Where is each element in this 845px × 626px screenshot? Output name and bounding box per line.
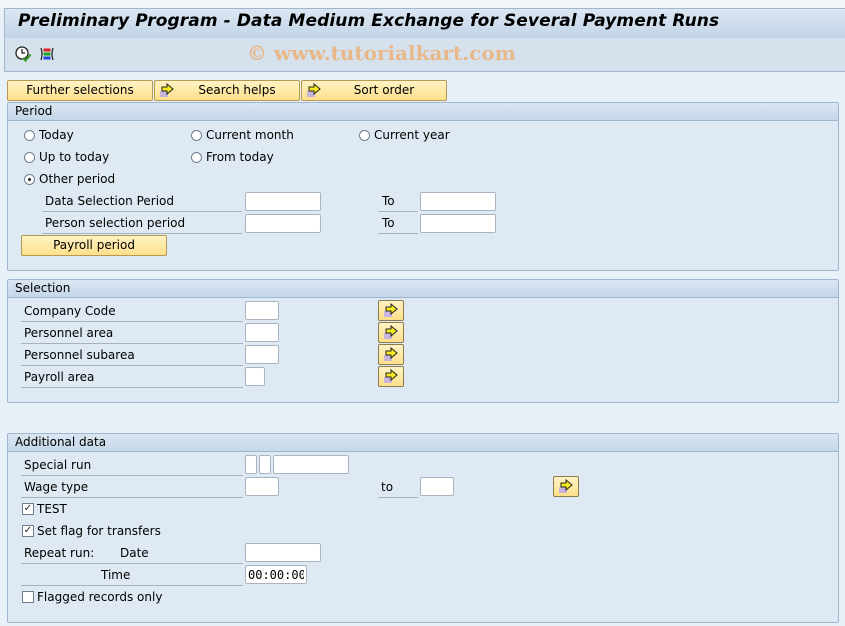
radio-today-label: Today [39, 128, 74, 142]
arrow-right-icon [384, 369, 398, 383]
special-run-input-2[interactable] [259, 455, 271, 474]
arrow-right-icon [307, 83, 321, 97]
payroll-area-label: Payroll area [24, 370, 95, 384]
arrow-right-icon [384, 325, 398, 339]
arrow-right-icon [384, 303, 398, 317]
person-selection-period-from-input[interactable] [245, 214, 321, 233]
data-selection-period-label: Data Selection Period [45, 194, 174, 208]
test-label: TEST [37, 502, 67, 516]
label-underline [21, 343, 243, 344]
repeat-run-label: Repeat run: [24, 546, 95, 560]
radio-today[interactable] [24, 130, 35, 141]
wage-type-multiple-selection-button[interactable] [553, 476, 579, 497]
further-selections-label: Further selections [26, 83, 134, 97]
company-code-label: Company Code [24, 304, 116, 318]
special-run-label: Special run [24, 458, 92, 472]
radio-from-today[interactable] [191, 152, 202, 163]
payroll-area-multiple-selection-button[interactable] [378, 366, 404, 387]
radio-up-to-today-label: Up to today [39, 150, 110, 164]
personnel-area-multiple-selection-button[interactable] [378, 322, 404, 343]
label-underline [21, 497, 243, 498]
personnel-subarea-input[interactable] [245, 345, 279, 364]
arrow-right-icon [559, 479, 573, 493]
period-group-title: Period [8, 103, 838, 121]
additional-data-group-title: Additional data [8, 434, 838, 452]
data-selection-period-from-input[interactable] [245, 192, 321, 211]
radio-from-today-label: From today [206, 150, 274, 164]
selection-group-title: Selection [8, 280, 838, 298]
page-title: Preliminary Program - Data Medium Exchan… [18, 11, 720, 31]
label-underline [378, 497, 418, 498]
label-underline [378, 211, 418, 212]
label-underline [21, 475, 243, 476]
label-underline [21, 387, 243, 388]
wage-type-label: Wage type [24, 480, 89, 494]
radio-current-year[interactable] [359, 130, 370, 141]
radio-current-month-label: Current month [206, 128, 294, 142]
label-underline [42, 233, 242, 234]
payroll-area-input[interactable] [245, 367, 265, 386]
arrow-right-icon [384, 347, 398, 361]
radio-current-month[interactable] [191, 130, 202, 141]
flagged-records-label: Flagged records only [37, 590, 163, 604]
wage-type-from-input[interactable] [245, 477, 279, 496]
radio-up-to-today[interactable] [24, 152, 35, 163]
repeat-run-date-input[interactable] [245, 543, 321, 562]
label-underline [378, 233, 418, 234]
test-checkbox[interactable]: ✓ [22, 503, 34, 515]
special-run-input-3[interactable] [273, 455, 349, 474]
repeat-run-time-input[interactable] [245, 565, 307, 584]
further-selections-button[interactable]: Further selections [7, 80, 153, 101]
payroll-period-label: Payroll period [53, 238, 135, 252]
personnel-area-label: Personnel area [24, 326, 114, 340]
data-selection-to-label: To [382, 194, 395, 208]
company-code-input[interactable] [245, 301, 279, 320]
person-selection-to-label: To [382, 216, 395, 230]
arrow-right-icon [160, 83, 174, 97]
top-strip [0, 0, 845, 8]
search-helps-button[interactable]: Search helps [154, 80, 300, 101]
label-underline [21, 365, 243, 366]
search-helps-label: Search helps [198, 83, 276, 97]
label-underline [42, 211, 242, 212]
label-underline [21, 585, 243, 586]
company-code-multiple-selection-button[interactable] [378, 300, 404, 321]
personnel-area-input[interactable] [245, 323, 279, 342]
selection-options-icon[interactable] [38, 45, 56, 63]
data-selection-period-to-input[interactable] [420, 192, 496, 211]
personnel-subarea-multiple-selection-button[interactable] [378, 344, 404, 365]
set-flag-label: Set flag for transfers [37, 524, 161, 538]
repeat-run-date-label: Date [120, 546, 149, 560]
sort-order-label: Sort order [353, 83, 415, 97]
sort-order-button[interactable]: Sort order [301, 80, 447, 101]
person-selection-period-label: Person selection period [45, 216, 186, 230]
radio-other-period[interactable] [24, 174, 35, 185]
radio-current-year-label: Current year [374, 128, 450, 142]
selection-group: Selection [7, 279, 839, 403]
special-run-input-1[interactable] [245, 455, 257, 474]
execute-clock-icon[interactable] [14, 45, 32, 63]
flagged-records-checkbox[interactable] [22, 591, 34, 603]
label-underline [21, 321, 243, 322]
repeat-run-time-label: Time [101, 568, 131, 582]
payroll-period-button[interactable]: Payroll period [21, 235, 167, 256]
radio-other-period-label: Other period [39, 172, 116, 186]
personnel-subarea-label: Personnel subarea [24, 348, 135, 362]
wage-type-to-label: to [381, 480, 394, 494]
person-selection-period-to-input[interactable] [420, 214, 496, 233]
watermark: © www.tutorialkart.com [247, 41, 516, 65]
label-underline [21, 563, 243, 564]
wage-type-to-input[interactable] [420, 477, 454, 496]
set-flag-checkbox[interactable]: ✓ [22, 525, 34, 537]
